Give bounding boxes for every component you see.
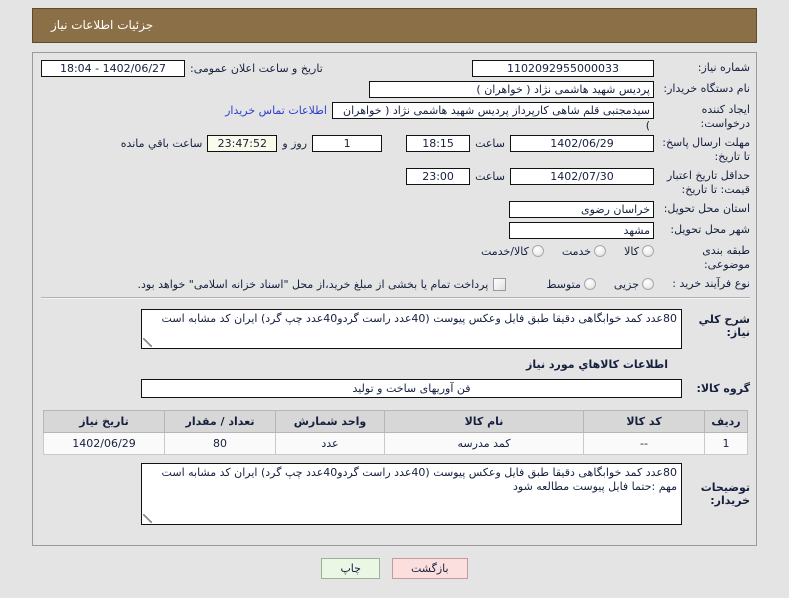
label-buyer-notes: توضیحات خریدار:	[700, 481, 750, 507]
radio-icon[interactable]	[594, 245, 607, 257]
price-validity-date-input[interactable]: 1402/07/30	[510, 167, 654, 185]
print-button[interactable]: چاپ	[321, 558, 380, 579]
goods-section-title: اطلاعات کالاهاي مورد نیاز	[526, 358, 668, 371]
label-response-deadline-time: ساعت	[475, 136, 505, 150]
table-row[interactable]: 1 -- کمد مدرسه عدد 80 1402/06/29	[43, 432, 748, 455]
goods-table-body: 1 -- کمد مدرسه عدد 80 1402/06/29	[43, 432, 748, 455]
row-response-deadline: مهلت ارسال پاسخ: تا تاریخ: 1402/06/29 سا…	[33, 134, 756, 164]
buyer-contact-link[interactable]: اطلاعات تماس خریدار	[225, 104, 327, 117]
radio-label: خدمت	[561, 244, 592, 258]
radio-option-jozii[interactable]: جزیی	[614, 278, 654, 291]
request-number-input[interactable]: 1102092955000033	[472, 59, 654, 77]
radio-icon[interactable]	[642, 278, 654, 290]
page-title: جزئیات اطلاعات نیاز	[51, 18, 154, 32]
request-form: شماره نیاز: 1102092955000033 تاریخ و ساع…	[33, 53, 756, 525]
label-remaining-hours: ساعت باقي مانده	[120, 136, 203, 150]
cell-need-date: 1402/06/29	[43, 432, 165, 455]
countdown-timer: 23:47:52	[207, 134, 278, 152]
row-request-number: شماره نیاز: 1102092955000033 تاریخ و ساع…	[33, 59, 756, 77]
delivery-province-input[interactable]: خراسان رضوی	[509, 200, 654, 218]
radio-icon[interactable]	[583, 278, 596, 290]
radio-icon[interactable]	[642, 245, 654, 257]
radio-label: متوسط	[546, 277, 581, 291]
radio-option-khedmat[interactable]: خدمت	[561, 244, 607, 258]
request-creator-input[interactable]: سیدمجتبی قلم شاهی کارپرداز پردیس شهید ها…	[332, 101, 654, 132]
row-purchase-process-type: نوع فرآیند خرید : جزیی متوسط پرداخت تمام…	[33, 275, 756, 293]
table-header-row: ردیف کد کالا نام کالا واحد شمارش تعداد /…	[43, 410, 748, 433]
label-price-validity: حداقل تاریخ اعتبار قیمت: تا تاریخ:	[666, 169, 750, 196]
remaining-days-input[interactable]: 1	[312, 134, 383, 152]
row-price-validity: حداقل تاریخ اعتبار قیمت: تا تاریخ: 1402/…	[33, 167, 756, 197]
label-remaining-days: روز و	[282, 136, 308, 150]
column-header-unit: واحد شمارش	[275, 410, 385, 433]
column-header-row-no: ردیف	[704, 410, 748, 433]
back-button[interactable]: بازگشت	[391, 558, 468, 579]
row-delivery-city: شهر محل تحویل: مشهد	[33, 221, 756, 239]
description-textarea[interactable]: 80عدد کمد خوابگاهی دقیقا طبق فایل وعکس پ…	[141, 309, 682, 349]
label-subject-classification: طبقه بندی موضوعی:	[702, 244, 750, 271]
label-purchase-process-type: نوع فرآیند خرید :	[672, 277, 750, 290]
row-buyer-org: نام دستگاه خریدار: پردیس شهید هاشمی نژاد…	[33, 80, 756, 98]
column-header-quantity: تعداد / مقدار	[164, 410, 276, 433]
cell-quantity: 80	[164, 432, 276, 455]
row-goods-group: گروه کالا: فن آوریهای ساخت و تولید	[33, 375, 756, 398]
radio-option-motavaset[interactable]: متوسط	[546, 278, 596, 291]
column-header-name: نام کالا	[384, 410, 584, 433]
goods-table-head: ردیف کد کالا نام کالا واحد شمارش تعداد /…	[43, 410, 748, 433]
public-announce-input[interactable]: 1402/06/27 - 18:04	[41, 59, 185, 77]
column-header-code: کد کالا	[583, 410, 705, 433]
cell-row-no: 1	[704, 432, 748, 455]
radio-option-kala[interactable]: کالا	[624, 245, 654, 258]
subject-classification-radio-group: کالا خدمت کالا/خدمت	[467, 245, 654, 258]
goods-table: ردیف کد کالا نام کالا واحد شمارش تعداد /…	[43, 410, 748, 455]
label-request-number: شماره نیاز:	[697, 61, 750, 74]
row-description: شرح کلي نیاز: 80عدد کمد خوابگاهی دقیقا ط…	[33, 299, 756, 349]
label-goods-group: گروه کالا:	[696, 382, 750, 395]
treasury-bond-checkbox[interactable]	[493, 277, 507, 291]
goods-group-input[interactable]: فن آوریهای ساخت و تولید	[141, 379, 682, 398]
label-description: شرح کلي نیاز:	[698, 313, 750, 339]
radio-option-kala-khedmat[interactable]: کالا/خدمت	[481, 245, 544, 258]
label-request-creator: ایجاد کننده درخواست:	[700, 103, 750, 130]
footer-buttons: بازگشت چاپ	[0, 558, 789, 579]
response-deadline-time-input[interactable]: 18:15	[406, 134, 471, 152]
buyer-org-input[interactable]: پردیس شهید هاشمی نژاد ( خواهران )	[369, 80, 654, 98]
response-deadline-date-input[interactable]: 1402/06/29	[510, 134, 654, 152]
purchase-process-radio-group: جزیی متوسط	[532, 278, 654, 291]
label-buyer-org: نام دستگاه خریدار:	[663, 82, 750, 95]
row-subject-classification: طبقه بندی موضوعی: کالا خدمت کالا/خدمت	[33, 242, 756, 272]
column-header-date: تاریخ نیاز	[43, 410, 165, 433]
label-delivery-city: شهر محل تحویل:	[670, 223, 750, 236]
buyer-notes-textarea[interactable]: 80عدد کمد خوابگاهی دقیقا طبق فایل وعکس پ…	[141, 463, 682, 525]
cell-unit: عدد	[275, 432, 385, 455]
goods-table-wrap: ردیف کد کالا نام کالا واحد شمارش تعداد /…	[33, 398, 756, 455]
row-request-creator: ایجاد کننده درخواست: سیدمجتبی قلم شاهی ک…	[33, 101, 756, 132]
label-delivery-province: استان محل تحویل:	[663, 202, 750, 215]
label-public-announce: تاریخ و ساعت اعلان عمومی:	[190, 61, 323, 75]
label-price-validity-time: ساعت	[475, 169, 505, 183]
row-delivery-province: استان محل تحویل: خراسان رضوی	[33, 200, 756, 218]
page-header: جزئیات اطلاعات نیاز	[32, 8, 757, 43]
label-response-deadline: مهلت ارسال پاسخ: تا تاریخ:	[662, 136, 750, 163]
delivery-city-input[interactable]: مشهد	[509, 221, 654, 239]
radio-label: کالا/خدمت	[481, 244, 529, 258]
treasury-bond-label: پرداخت تمام یا بخشی از مبلغ خرید،از محل …	[137, 277, 489, 291]
radio-label: کالا	[624, 244, 639, 258]
cell-code: --	[583, 432, 705, 455]
price-validity-time-input[interactable]: 23:00	[406, 167, 471, 185]
main-panel: شماره نیاز: 1102092955000033 تاریخ و ساع…	[32, 52, 757, 546]
radio-icon[interactable]	[531, 245, 544, 257]
radio-label: جزیی	[613, 277, 639, 291]
cell-name: کمد مدرسه	[384, 432, 584, 455]
row-buyer-notes: توضیحات خریدار: 80عدد کمد خوابگاهی دقیقا…	[33, 455, 756, 525]
